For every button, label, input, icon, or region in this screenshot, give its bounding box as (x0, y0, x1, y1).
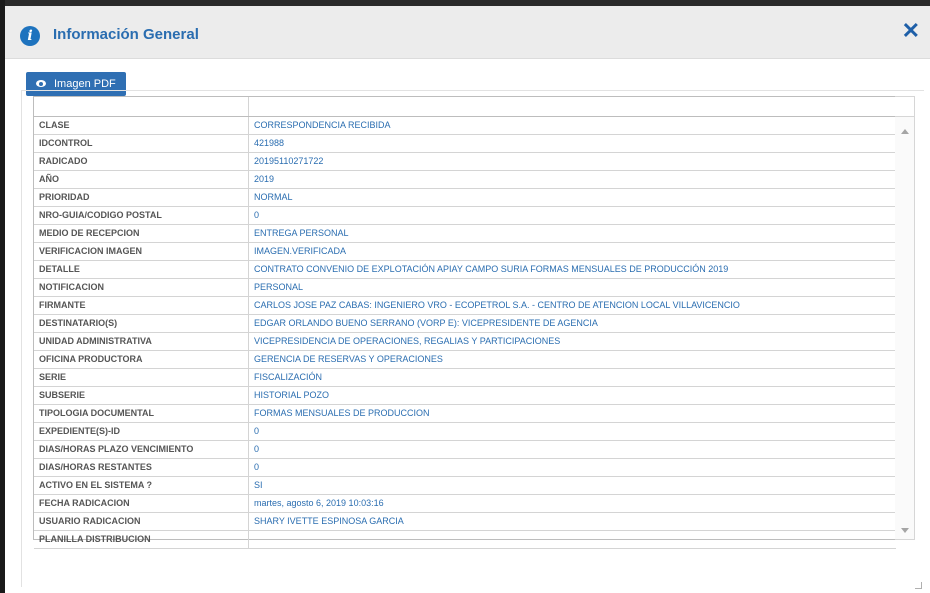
row-key: CLASE (34, 116, 249, 135)
table-row: DIAS/HORAS PLAZO VENCIMIENTO 0 (34, 440, 896, 459)
table-row: NOTIFICACION PERSONAL (34, 278, 896, 297)
scrollbar-corner (895, 97, 914, 117)
row-value: FISCALIZACIÓN (248, 368, 896, 387)
row-value: SHARY IVETTE ESPINOSA GARCIA (248, 512, 896, 531)
row-value: 421988 (248, 134, 896, 153)
row-value: NORMAL (248, 188, 896, 207)
row-value: martes, agosto 6, 2019 10:03:16 (248, 494, 896, 513)
row-key: AÑO (34, 170, 249, 189)
table-row: TIPOLOGIA DOCUMENTAL FORMAS MENSUALES DE … (34, 404, 896, 423)
table-row: CLASE CORRESPONDENCIA RECIBIDA (34, 116, 896, 135)
row-value: 0 (248, 206, 896, 225)
row-value: CORRESPONDENCIA RECIBIDA (248, 116, 896, 135)
row-key: SUBSERIE (34, 386, 249, 405)
row-value: 0 (248, 458, 896, 477)
row-value: 2019 (248, 170, 896, 189)
row-key: NOTIFICACION (34, 278, 249, 297)
table-row: PLANILLA DISTRIBUCION (34, 530, 896, 549)
row-value: IMAGEN.VERIFICADA (248, 242, 896, 261)
row-key: NRO-GUIA/CODIGO POSTAL (34, 206, 249, 225)
table-row: VERIFICACION IMAGEN IMAGEN.VERIFICADA (34, 242, 896, 261)
table-row: UNIDAD ADMINISTRATIVA VICEPRESIDENCIA DE … (34, 332, 896, 351)
row-key: MEDIO DE RECEPCION (34, 224, 249, 243)
table-row: ACTIVO EN EL SISTEMA ? SI (34, 476, 896, 495)
row-key: USUARIO RADICACION (34, 512, 249, 531)
table-row: USUARIO RADICACION SHARY IVETTE ESPINOSA … (34, 512, 896, 531)
row-key: RADICADO (34, 152, 249, 171)
info-grid: CLASE CORRESPONDENCIA RECIBIDA IDCONTROL 42… (33, 96, 897, 549)
row-value: CARLOS JOSE PAZ CABAS: INGENIERO VRO - E… (248, 296, 896, 315)
table-row: NRO-GUIA/CODIGO POSTAL 0 (34, 206, 896, 225)
row-key: DIAS/HORAS RESTANTES (34, 458, 249, 477)
table-row: DESTINATARIO(S) EDGAR ORLANDO BUENO SERRA… (34, 314, 896, 333)
row-key: ACTIVO EN EL SISTEMA ? (34, 476, 249, 495)
row-value: 0 (248, 422, 896, 441)
row-value: HISTORIAL POZO (248, 386, 896, 405)
row-key: DIAS/HORAS PLAZO VENCIMIENTO (34, 440, 249, 459)
row-value: GERENCIA DE RESERVAS Y OPERACIONES (248, 350, 896, 369)
table-row: PRIORIDAD NORMAL (34, 188, 896, 207)
table-header-row (34, 97, 896, 117)
scroll-up-icon[interactable] (901, 129, 909, 134)
close-icon[interactable]: ✕ (902, 20, 920, 42)
row-key: EXPEDIENTE(S)-ID (34, 422, 249, 441)
row-key: FECHA RADICACION (34, 494, 249, 513)
row-key: TIPOLOGIA DOCUMENTAL (34, 404, 249, 423)
row-key: IDCONTROL (34, 134, 249, 153)
row-value: CONTRATO CONVENIO DE EXPLOTACIÓN APIAY C… (248, 260, 896, 279)
eye-icon (36, 80, 46, 87)
table-row: SUBSERIE HISTORIAL POZO (34, 386, 896, 405)
info-table: CLASE CORRESPONDENCIA RECIBIDA IDCONTROL 42… (34, 97, 896, 549)
table-row: OFICINA PRODUCTORA GERENCIA DE RESERVAS Y… (34, 350, 896, 369)
table-row: RADICADO 20195110271722 (34, 152, 896, 171)
row-key: PLANILLA DISTRIBUCION (34, 530, 249, 549)
row-value: VICEPRESIDENCIA DE OPERACIONES, REGALIAS… (248, 332, 896, 351)
row-key: OFICINA PRODUCTORA (34, 350, 249, 369)
row-key: FIRMANTE (34, 296, 249, 315)
table-row: IDCONTROL 421988 (34, 134, 896, 153)
table-row: EXPEDIENTE(S)-ID 0 (34, 422, 896, 441)
row-value: EDGAR ORLANDO BUENO SERRANO (VORP E): VI… (248, 314, 896, 333)
scroll-down-icon[interactable] (901, 528, 909, 533)
row-value (248, 530, 896, 549)
table-row: FIRMANTE CARLOS JOSE PAZ CABAS: INGENIERO… (34, 296, 896, 315)
grid-scrollbar[interactable] (895, 96, 915, 540)
table-row: MEDIO DE RECEPCION ENTREGA PERSONAL (34, 224, 896, 243)
row-value: 0 (248, 440, 896, 459)
row-key: SERIE (34, 368, 249, 387)
header-cell-value (248, 97, 896, 117)
row-key: UNIDAD ADMINISTRATIVA (34, 332, 249, 351)
row-value: ENTREGA PERSONAL (248, 224, 896, 243)
header-cell-key (34, 97, 249, 117)
table-row: DIAS/HORAS RESTANTES 0 (34, 458, 896, 477)
row-key: VERIFICACION IMAGEN (34, 242, 249, 261)
table-row: SERIE FISCALIZACIÓN (34, 368, 896, 387)
row-key: PRIORIDAD (34, 188, 249, 207)
row-value: SI (248, 476, 896, 495)
dialog-header: i Información General ✕ (5, 6, 930, 59)
resize-grip-icon[interactable] (915, 582, 922, 589)
row-value: FORMAS MENSUALES DE PRODUCCION (248, 404, 896, 423)
table-row: AÑO 2019 (34, 170, 896, 189)
info-icon: i (20, 26, 40, 46)
row-key: DESTINATARIO(S) (34, 314, 249, 333)
table-row: FECHA RADICACION martes, agosto 6, 2019 1… (34, 494, 896, 513)
table-row: DETALLE CONTRATO CONVENIO DE EXPLOTACIÓN … (34, 260, 896, 279)
row-value: 20195110271722 (248, 152, 896, 171)
row-key: DETALLE (34, 260, 249, 279)
dialog-title: Información General (53, 26, 199, 43)
row-value: PERSONAL (248, 278, 896, 297)
